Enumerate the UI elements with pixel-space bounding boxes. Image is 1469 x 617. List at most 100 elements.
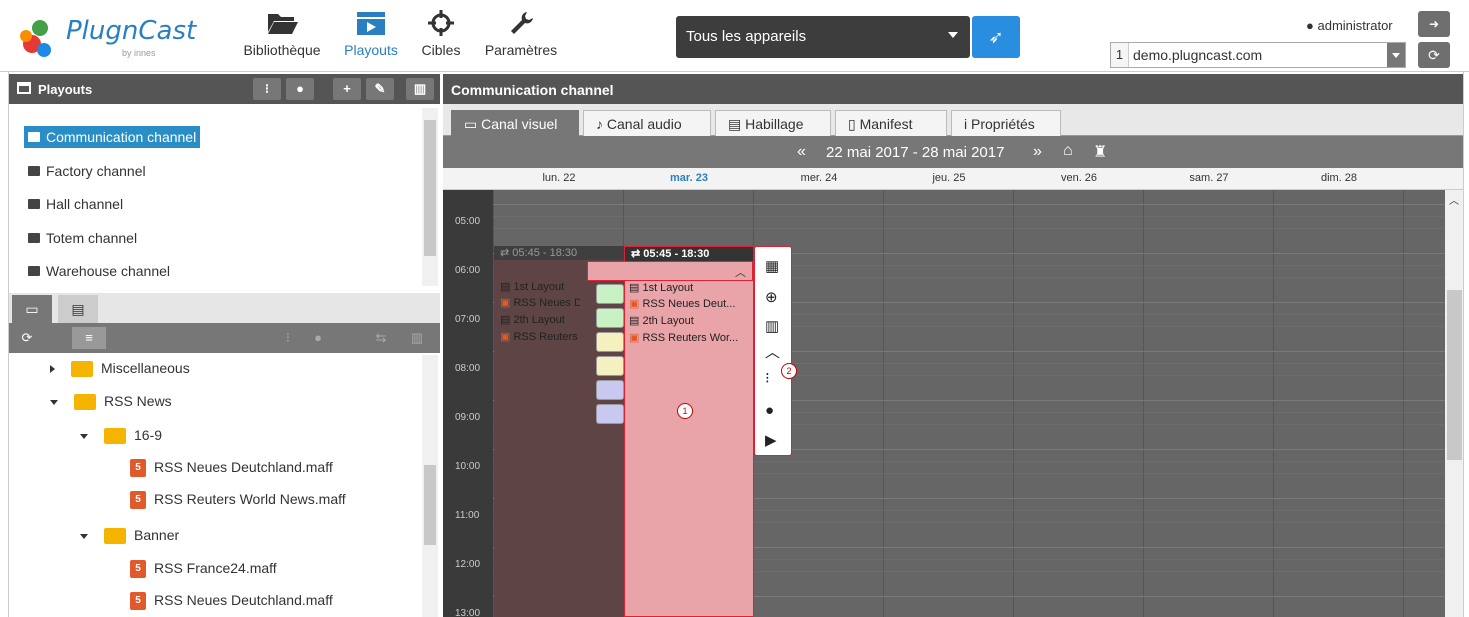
- nav-parametres[interactable]: Paramètres: [480, 10, 562, 66]
- user-button[interactable]: ●: [286, 78, 314, 100]
- line-text: 2th Layout: [513, 314, 565, 326]
- media-line: ▣ RSS Reuters W: [500, 330, 580, 343]
- day-label: ven. 26: [1060, 172, 1098, 184]
- tab-habillage[interactable]: ▤ Habillage: [715, 110, 831, 136]
- edit-button[interactable]: ✎: [366, 78, 394, 100]
- line-text: 1st Layout: [513, 281, 565, 293]
- play-button[interactable]: ▶: [765, 431, 777, 449]
- playout-scrollbar[interactable]: [422, 108, 438, 286]
- scroll-thumb[interactable]: [424, 120, 436, 256]
- layout-thumbnail[interactable]: [596, 356, 624, 376]
- html5-icon: 5: [130, 459, 146, 478]
- nav-playouts[interactable]: Playouts: [338, 10, 404, 66]
- user-button[interactable]: ●: [308, 327, 328, 349]
- playout-item[interactable]: Communication channel: [24, 126, 201, 148]
- playout-item[interactable]: Hall channel: [24, 193, 127, 215]
- day-column[interactable]: [1143, 190, 1273, 617]
- logout-button[interactable]: ➜: [1418, 11, 1450, 37]
- film-icon: [28, 199, 40, 209]
- tree-file[interactable]: 5 RSS France24.maff: [130, 560, 277, 579]
- layout-thumbnail[interactable]: [596, 380, 624, 400]
- film-icon: [28, 266, 40, 276]
- time-label: 13:00: [455, 608, 481, 617]
- refresh-button[interactable]: ⟳: [14, 327, 40, 349]
- layout-thumbnail[interactable]: [596, 308, 624, 328]
- tree-file[interactable]: 5 RSS Neues Deutchland.maff: [130, 592, 333, 611]
- tree-scrollbar[interactable]: [422, 355, 438, 617]
- layout-thumbnail[interactable]: [596, 404, 624, 424]
- tree-folder[interactable]: RSS News: [50, 393, 172, 411]
- prev-week-button[interactable]: «: [797, 143, 806, 161]
- traffic-light-button[interactable]: ⁝: [765, 369, 770, 387]
- playout-item[interactable]: Factory channel: [24, 160, 150, 182]
- scroll-thumb[interactable]: [1447, 290, 1462, 460]
- calendar-button[interactable]: ▦: [765, 257, 779, 275]
- clear-button[interactable]: ♜: [1093, 142, 1107, 162]
- layout-thumbnail[interactable]: [596, 332, 624, 352]
- tree-folder[interactable]: Miscellaneous: [50, 360, 190, 378]
- day-label: jeu. 25: [932, 172, 966, 184]
- folder-icon: [71, 361, 93, 378]
- list-view-button[interactable]: ≡: [72, 327, 106, 349]
- time-label: 11:00: [455, 510, 480, 521]
- chevron-right-icon: [50, 365, 55, 374]
- calendar-scrollbar[interactable]: ︿: [1445, 190, 1464, 617]
- day-column[interactable]: [883, 190, 1013, 617]
- user-icon: ●: [1306, 18, 1314, 33]
- tab-manifest[interactable]: ▯ Manifest: [835, 110, 947, 136]
- collapse-button[interactable]: ︿: [765, 341, 780, 362]
- scroll-thumb[interactable]: [424, 465, 436, 545]
- add-button[interactable]: +: [333, 78, 361, 100]
- nav-cibles[interactable]: Cibles: [416, 10, 466, 66]
- refresh-icon: ⟳: [21, 330, 33, 345]
- tab-archive[interactable]: ▭: [12, 295, 52, 323]
- user-icon: ●: [296, 81, 304, 96]
- tree-file[interactable]: 5 RSS Reuters World News.maff: [130, 491, 346, 510]
- schedule-drag-handle[interactable]: ︿: [587, 261, 753, 281]
- play-icon: ▶: [765, 432, 777, 449]
- user-button[interactable]: ●: [765, 402, 774, 419]
- tab-canal-visuel[interactable]: ▭ Canal visuel: [451, 110, 579, 136]
- playout-item[interactable]: Totem channel: [24, 227, 141, 249]
- delete-button[interactable]: ▥: [406, 327, 428, 349]
- rocket-button[interactable]: ➶: [972, 16, 1020, 58]
- zoom-button[interactable]: ⊕: [765, 288, 778, 306]
- playout-item[interactable]: Warehouse channel: [24, 260, 174, 282]
- device-select[interactable]: Tous les appareils: [676, 16, 970, 58]
- schedule-block-selected[interactable]: ⇄ 05:45 - 18:30 ︿ ▤ 1st Layout ▣ RSS Neu…: [587, 246, 754, 617]
- user-label[interactable]: ● administrator: [1306, 18, 1393, 33]
- traffic-light-button[interactable]: ⁝: [253, 78, 281, 100]
- folder-icon: [74, 394, 96, 411]
- layout-thumbnail[interactable]: [596, 284, 624, 304]
- tree-file[interactable]: 5 RSS Neues Deutchland.maff: [130, 459, 333, 478]
- home-icon: ⌂: [1063, 142, 1073, 159]
- layout-icon: ▤: [500, 281, 514, 293]
- scroll-up-icon[interactable]: ︿: [1449, 192, 1459, 207]
- tree-folder[interactable]: Banner: [80, 527, 179, 545]
- calendar-icon: ▦: [765, 258, 780, 275]
- day-column[interactable]: [1013, 190, 1143, 617]
- tab-label: Canal visuel: [481, 116, 558, 132]
- tab-layout[interactable]: ▤: [58, 295, 98, 323]
- tree-folder[interactable]: 16-9: [80, 427, 162, 445]
- delete-button[interactable]: ▥: [406, 78, 434, 100]
- nav-bibliotheque[interactable]: Bibliothèque: [240, 10, 324, 66]
- traffic-light-icon: ⁝: [285, 330, 291, 345]
- refresh-icon: ⟳: [1428, 47, 1440, 63]
- day-column[interactable]: [1273, 190, 1403, 617]
- home-button[interactable]: ⌂: [1063, 142, 1073, 160]
- html5-icon: 5: [130, 592, 146, 611]
- delete-button[interactable]: ▥: [765, 317, 779, 335]
- refresh-button[interactable]: ⟳: [1418, 42, 1450, 68]
- line-text: 1st Layout: [642, 282, 694, 294]
- time-label: 12:00: [455, 559, 481, 570]
- schedule-block[interactable]: ⇄ 05:45 - 18:30 ▤ 1st Layout ▣ RSS Neues…: [494, 246, 624, 617]
- tab-proprietes[interactable]: i Propriétés: [951, 110, 1061, 136]
- tab-canal-audio[interactable]: ♪ Canal audio: [583, 110, 711, 136]
- next-week-button[interactable]: »: [1033, 143, 1042, 161]
- film-icon: [28, 233, 40, 243]
- server-select[interactable]: 1 demo.plugncast.com: [1110, 42, 1406, 68]
- traffic-light-button[interactable]: ⁝: [278, 327, 298, 349]
- move-button[interactable]: ⇆: [370, 327, 392, 349]
- day-label: lun. 22: [542, 172, 576, 184]
